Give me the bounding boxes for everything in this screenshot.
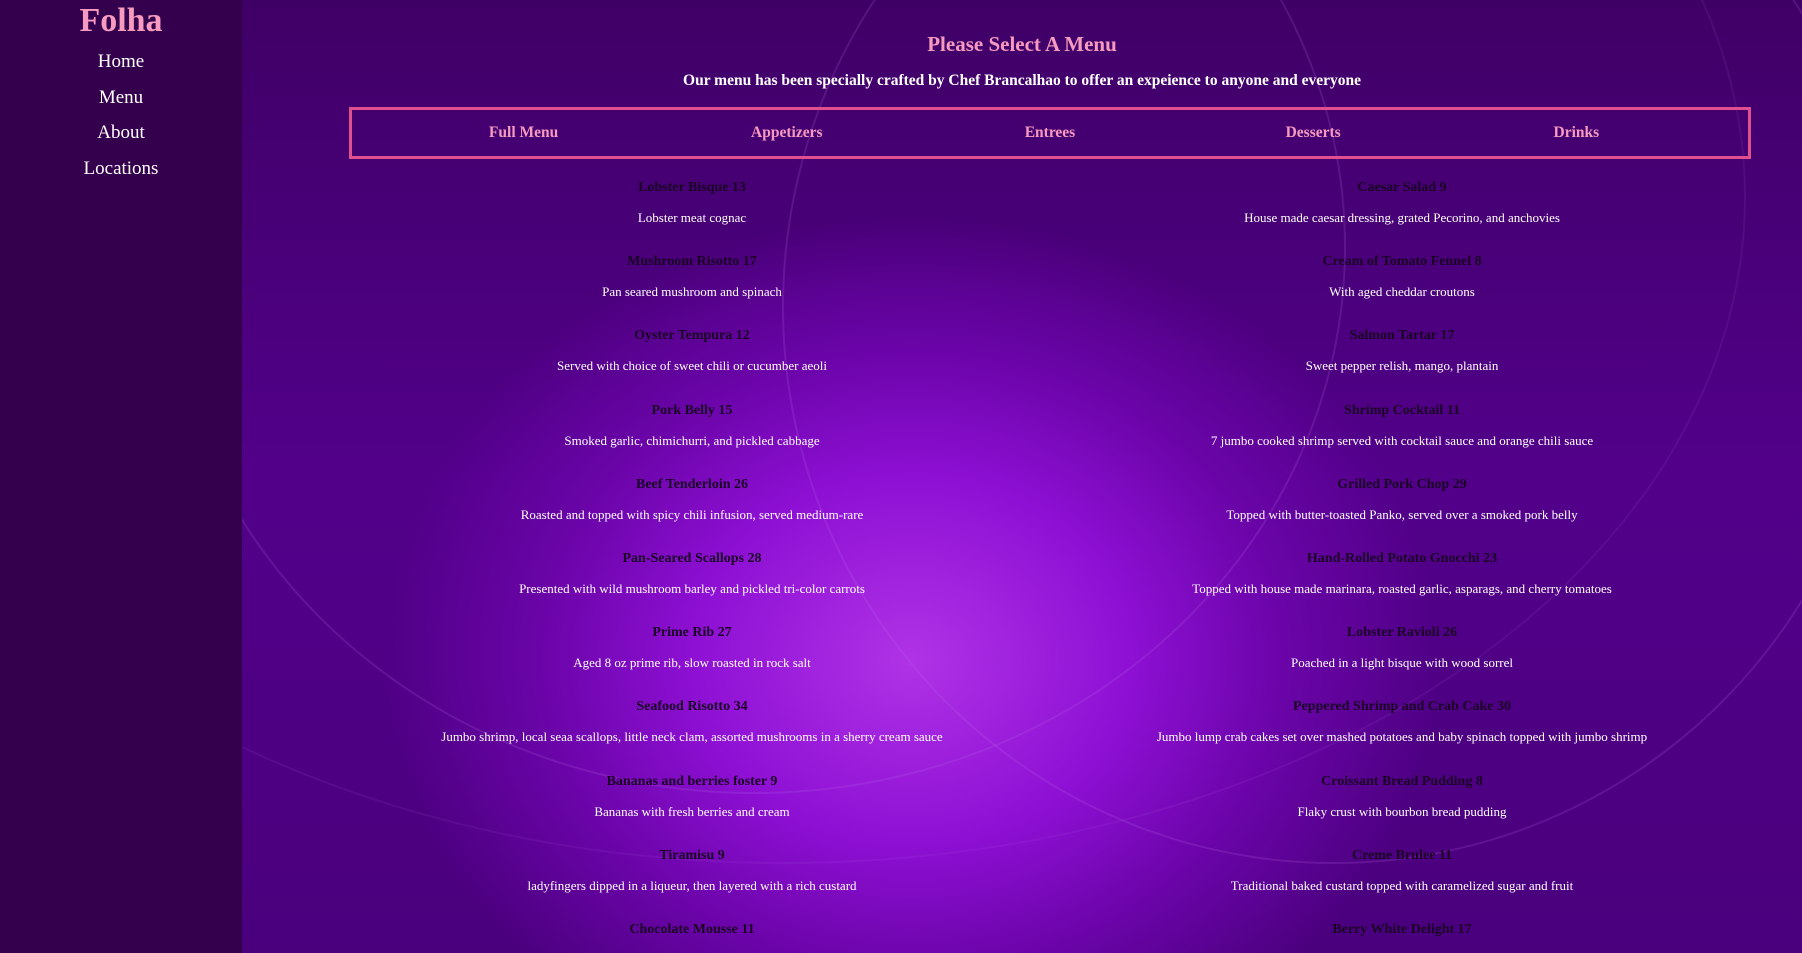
menu-item: Lobster Ravioli 26 Poached in a light bis…	[1042, 625, 1762, 699]
menu-item: Beef Tenderloin 26 Roasted and topped wit…	[342, 477, 1042, 551]
menu-item-description: Aged 8 oz prime rib, slow roasted in roc…	[573, 655, 811, 671]
menu-tabs: Full Menu Appetizers Entrees Desserts Dr…	[349, 107, 1751, 159]
menu-item-description: Served with choice of sweet chili or cuc…	[556, 358, 827, 374]
menu-item: Chocolate Mousse 11	[342, 922, 1042, 953]
menu-item: Lobster Bisque 13 Lobster meat cognac	[342, 180, 1042, 254]
menu-item-description: Bananas with fresh berries and cream	[594, 803, 790, 819]
menu-item-description: Pan seared mushroom and spinach	[602, 284, 782, 300]
sidebar: Folha Home Menu About Locations	[0, 0, 242, 953]
menu-column-left: Lobster Bisque 13 Lobster meat cognac Mus…	[342, 180, 1042, 953]
menu-item-description: ladyfingers dipped in a liqueur, then la…	[527, 877, 857, 893]
menu-item-name: Salmon Tartar 17	[1349, 328, 1455, 344]
page: Folha Home Menu About Locations Please S…	[0, 0, 1802, 953]
menu-item: Pork Belly 15 Smoked garlic, chimichurri,…	[342, 403, 1042, 477]
menu-item-name: Seafood Risotto 34	[636, 699, 748, 715]
main-content: Please Select A Menu Our menu has been s…	[242, 0, 1802, 953]
menu-item-name: Berry White Delight 17	[1332, 921, 1472, 937]
brand-logo[interactable]: Folha	[0, 0, 242, 40]
menu-item-name: Oyster Tempura 12	[634, 328, 750, 344]
menu-item-description: House made caesar dressing, grated Pecor…	[1244, 210, 1560, 225]
menu-item-name: Lobster Bisque 13	[638, 180, 746, 195]
menu-item: Oyster Tempura 12 Served with choice of s…	[342, 328, 1042, 402]
menu-item-name: Peppered Shrimp and Crab Cake 30	[1293, 699, 1511, 715]
menu-item-name: Creme Brulee 11	[1351, 847, 1453, 863]
menu-item-name: Pan-Seared Scallops 28	[622, 550, 762, 566]
sidebar-nav: Home Menu About Locations	[0, 52, 242, 179]
menu-item: Croissant Bread Pudding 8 Flaky crust wit…	[1042, 774, 1762, 848]
menu-item: Bananas and berries foster 9 Bananas with…	[342, 774, 1042, 848]
menu-item-description: Presented with wild mushroom barley and …	[519, 580, 865, 596]
nav-locations-link[interactable]: Locations	[0, 158, 242, 179]
menu-item: Tiramisu 9 ladyfingers dipped in a liqueu…	[342, 848, 1042, 922]
menu-item-description: Flaky crust with bourbon bread pudding	[1297, 803, 1507, 819]
menu-item: Caesar Salad 9 House made caesar dressing…	[1042, 180, 1762, 254]
menu-item-description: Smoked garlic, chimichurri, and pickled …	[564, 432, 820, 448]
menu-item-description: 7 jumbo cooked shrimp served with cockta…	[1210, 432, 1594, 448]
menu-item-name: Chocolate Mousse 11	[629, 921, 755, 937]
menu-column-right: Caesar Salad 9 House made caesar dressing…	[1042, 180, 1762, 953]
menu-item-description: Roasted and topped with spicy chili infu…	[520, 506, 864, 522]
menu-item-name: Tiramisu 9	[659, 847, 725, 863]
content: Please Select A Menu Our menu has been s…	[242, 0, 1802, 937]
menu-list: Lobster Bisque 13 Lobster meat cognac Mus…	[242, 180, 1802, 953]
menu-item: Prime Rib 27 Aged 8 oz prime rib, slow ro…	[342, 625, 1042, 699]
menu-item-description: With aged cheddar croutons	[1329, 284, 1475, 300]
menu-item: Shrimp Cocktail 11 7 jumbo cooked shrimp …	[1042, 403, 1762, 477]
menu-item: Seafood Risotto 34 Jumbo shrimp, local se…	[342, 699, 1042, 773]
menu-item: Berry White Delight 17	[1042, 922, 1762, 953]
menu-item-name: Caesar Salad 9	[1357, 180, 1447, 195]
page-subtitle: Our menu has been specially crafted by C…	[683, 72, 1361, 89]
nav-menu-link[interactable]: Menu	[0, 87, 242, 108]
menu-item-description: Jumbo lump crab cakes set over mashed po…	[1156, 729, 1648, 745]
tab-entrees[interactable]: Entrees	[918, 124, 1181, 142]
menu-item-description: Topped with butter-toasted Panko, served…	[1226, 506, 1578, 522]
menu-item-name: Grilled Pork Chop 29	[1337, 476, 1467, 492]
nav-about-link[interactable]: About	[0, 123, 242, 143]
menu-item: Grilled Pork Chop 29 Topped with butter-t…	[1042, 477, 1762, 551]
menu-item-description: Lobster meat cognac	[637, 210, 747, 225]
menu-item-description: Traditional baked custard topped with ca…	[1230, 877, 1574, 893]
menu-item: Mushroom Risotto 17 Pan seared mushroom a…	[342, 254, 1042, 328]
menu-item-name: Pork Belly 15	[651, 402, 733, 418]
menu-item-name: Bananas and berries foster 9	[606, 773, 778, 789]
menu-item: Peppered Shrimp and Crab Cake 30 Jumbo lu…	[1042, 699, 1762, 773]
menu-item: Salmon Tartar 17 Sweet pepper relish, man…	[1042, 328, 1762, 402]
menu-item: Creme Brulee 11 Traditional baked custard…	[1042, 848, 1762, 922]
menu-item-description: Poached in a light bisque with wood sorr…	[1290, 655, 1514, 671]
menu-item-description: Jumbo shrimp, local seaa scallops, littl…	[441, 729, 943, 745]
menu-item-name: Lobster Ravioli 26	[1346, 625, 1458, 641]
menu-item-description: Sweet pepper relish, mango, plantain	[1305, 358, 1499, 374]
menu-item-name: Shrimp Cocktail 11	[1344, 402, 1460, 418]
page-title: Please Select A Menu	[927, 32, 1117, 56]
menu-item-name: Beef Tenderloin 26	[635, 476, 748, 492]
menu-item: Cream of Tomato Fennel 8 With aged chedda…	[1042, 254, 1762, 328]
menu-item-name: Mushroom Risotto 17	[627, 254, 757, 270]
menu-item-name: Hand-Rolled Potato Gnocchi 23	[1306, 550, 1498, 566]
tab-desserts[interactable]: Desserts	[1182, 124, 1445, 142]
nav-home-link[interactable]: Home	[0, 52, 242, 72]
tab-appetizers[interactable]: Appetizers	[655, 124, 918, 142]
menu-item-name: Cream of Tomato Fennel 8	[1322, 254, 1482, 270]
tab-full-menu[interactable]: Full Menu	[392, 124, 655, 142]
menu-item: Hand-Rolled Potato Gnocchi 23 Topped with…	[1042, 551, 1762, 625]
menu-item-name: Croissant Bread Pudding 8	[1321, 773, 1483, 789]
menu-item: Pan-Seared Scallops 28 Presented with wil…	[342, 551, 1042, 625]
menu-item-name: Prime Rib 27	[652, 625, 732, 641]
tab-drinks[interactable]: Drinks	[1445, 124, 1708, 142]
menu-item-description: Topped with house made marinara, roasted…	[1192, 580, 1612, 596]
